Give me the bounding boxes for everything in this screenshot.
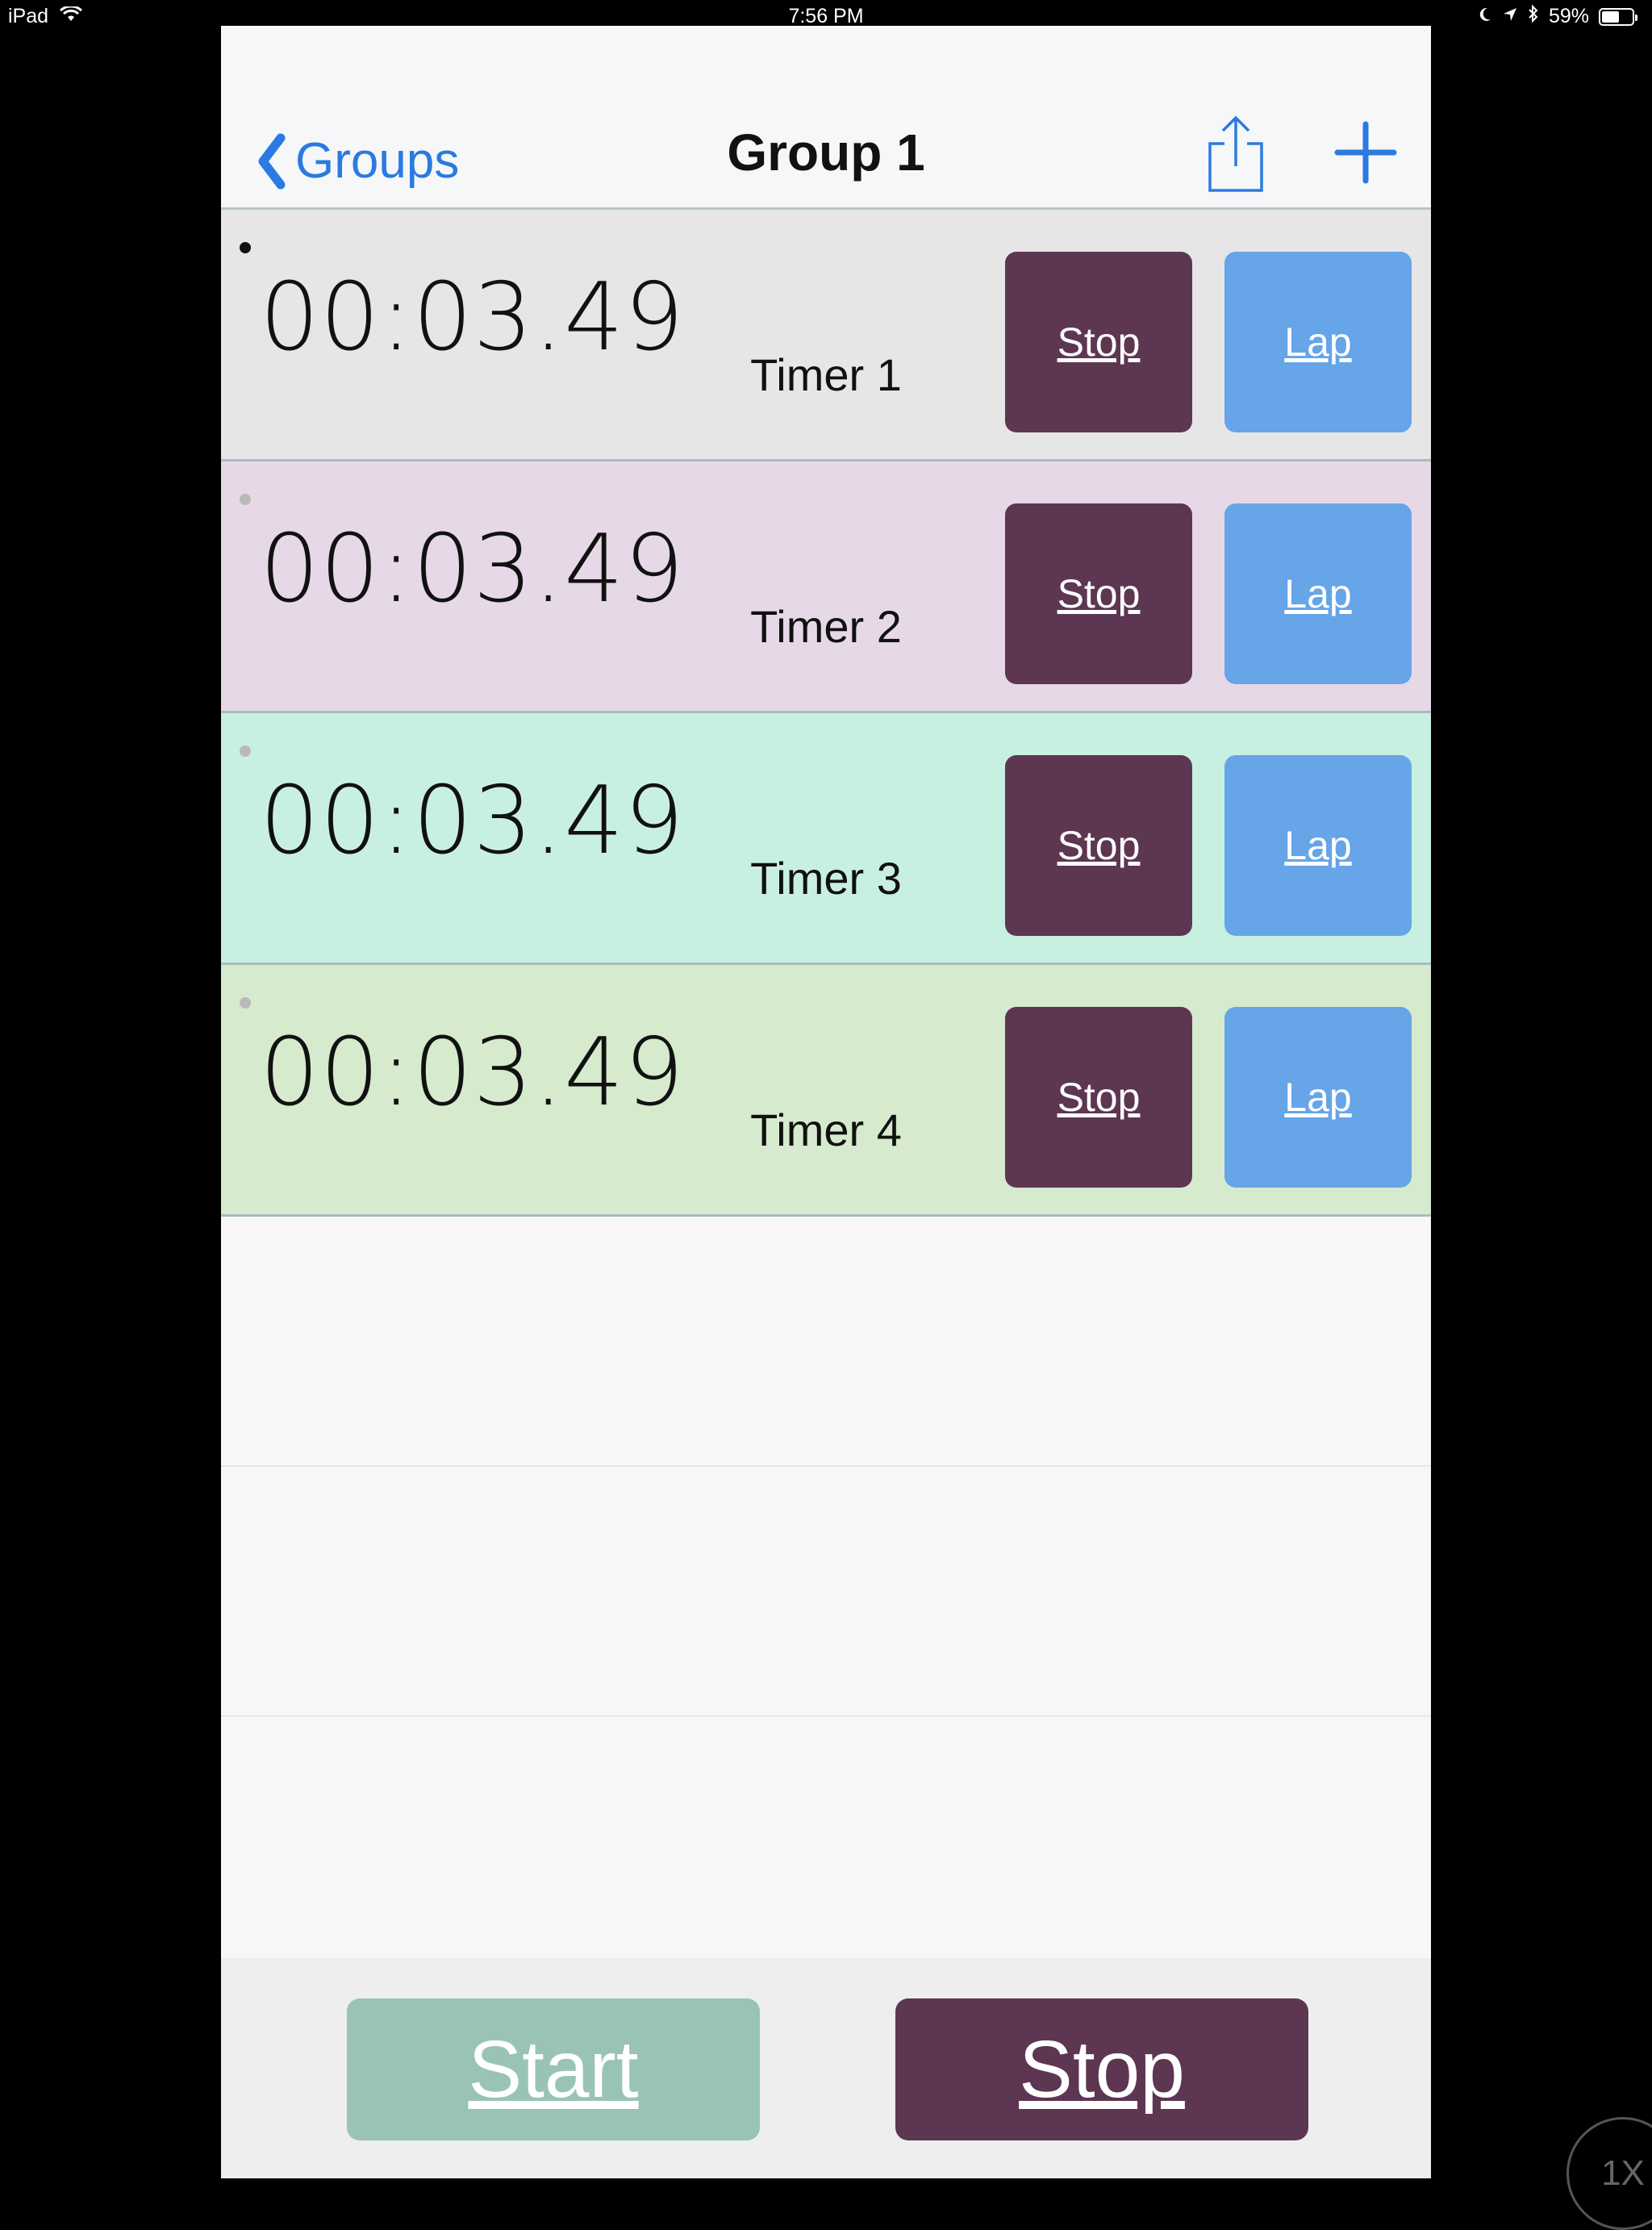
timer-row[interactable]: 00:03.49 Timer 4 Stop Lap: [221, 965, 1431, 1217]
share-icon[interactable]: [1204, 115, 1268, 194]
status-time: 7:56 PM: [788, 5, 864, 27]
timer-row[interactable]: 00:03.49 Timer 1 Stop Lap: [221, 210, 1431, 461]
timer-label: Timer 3: [750, 853, 902, 904]
timer-label: Timer 1: [750, 349, 902, 400]
timer-lap-button[interactable]: Lap: [1224, 503, 1412, 684]
timer-time: 00:03.49: [260, 1018, 685, 1127]
timer-lap-button[interactable]: Lap: [1224, 755, 1412, 936]
selection-dot: [240, 745, 251, 757]
timer-lap-button[interactable]: Lap: [1224, 1007, 1412, 1188]
empty-row: [221, 1467, 1431, 1717]
bluetooth-icon: [1528, 4, 1539, 28]
navigation-bar: Groups Group 1: [221, 26, 1431, 210]
timer-stop-button[interactable]: Stop: [1005, 755, 1192, 936]
selection-dot: [240, 242, 251, 253]
timer-list: 00:03.49 Timer 1 Stop Lap 00:03.49 Timer…: [221, 210, 1431, 1217]
timer-row[interactable]: 00:03.49 Timer 3 Stop Lap: [221, 713, 1431, 965]
timer-row[interactable]: 00:03.49 Timer 2 Stop Lap: [221, 461, 1431, 713]
battery-icon: [1599, 7, 1637, 26]
timer-label: Timer 2: [750, 601, 902, 652]
moon-icon: [1478, 5, 1492, 28]
timer-time: 00:03.49: [260, 263, 685, 372]
timer-time: 00:03.49: [260, 766, 685, 875]
timer-lap-button[interactable]: Lap: [1224, 252, 1412, 432]
app-window: Groups Group 1 00:03.49 Timer 1 Stop Lap…: [221, 26, 1431, 2178]
selection-dot: [240, 997, 251, 1009]
timer-stop-button[interactable]: Stop: [1005, 503, 1192, 684]
timer-stop-button[interactable]: Stop: [1005, 1007, 1192, 1188]
selection-dot: [240, 494, 251, 505]
empty-row: [221, 1217, 1431, 1467]
stop-all-button[interactable]: Stop: [895, 1998, 1308, 2140]
timer-stop-button[interactable]: Stop: [1005, 252, 1192, 432]
battery-percent: 59%: [1548, 5, 1589, 27]
add-icon[interactable]: [1334, 121, 1397, 184]
bottom-toolbar: Start Stop: [221, 1958, 1431, 2178]
location-icon: [1502, 5, 1518, 28]
zoom-button[interactable]: 1X: [1566, 2117, 1652, 2230]
timer-time: 00:03.49: [260, 515, 685, 624]
timer-label: Timer 4: [750, 1105, 902, 1155]
start-all-button[interactable]: Start: [347, 1998, 760, 2140]
